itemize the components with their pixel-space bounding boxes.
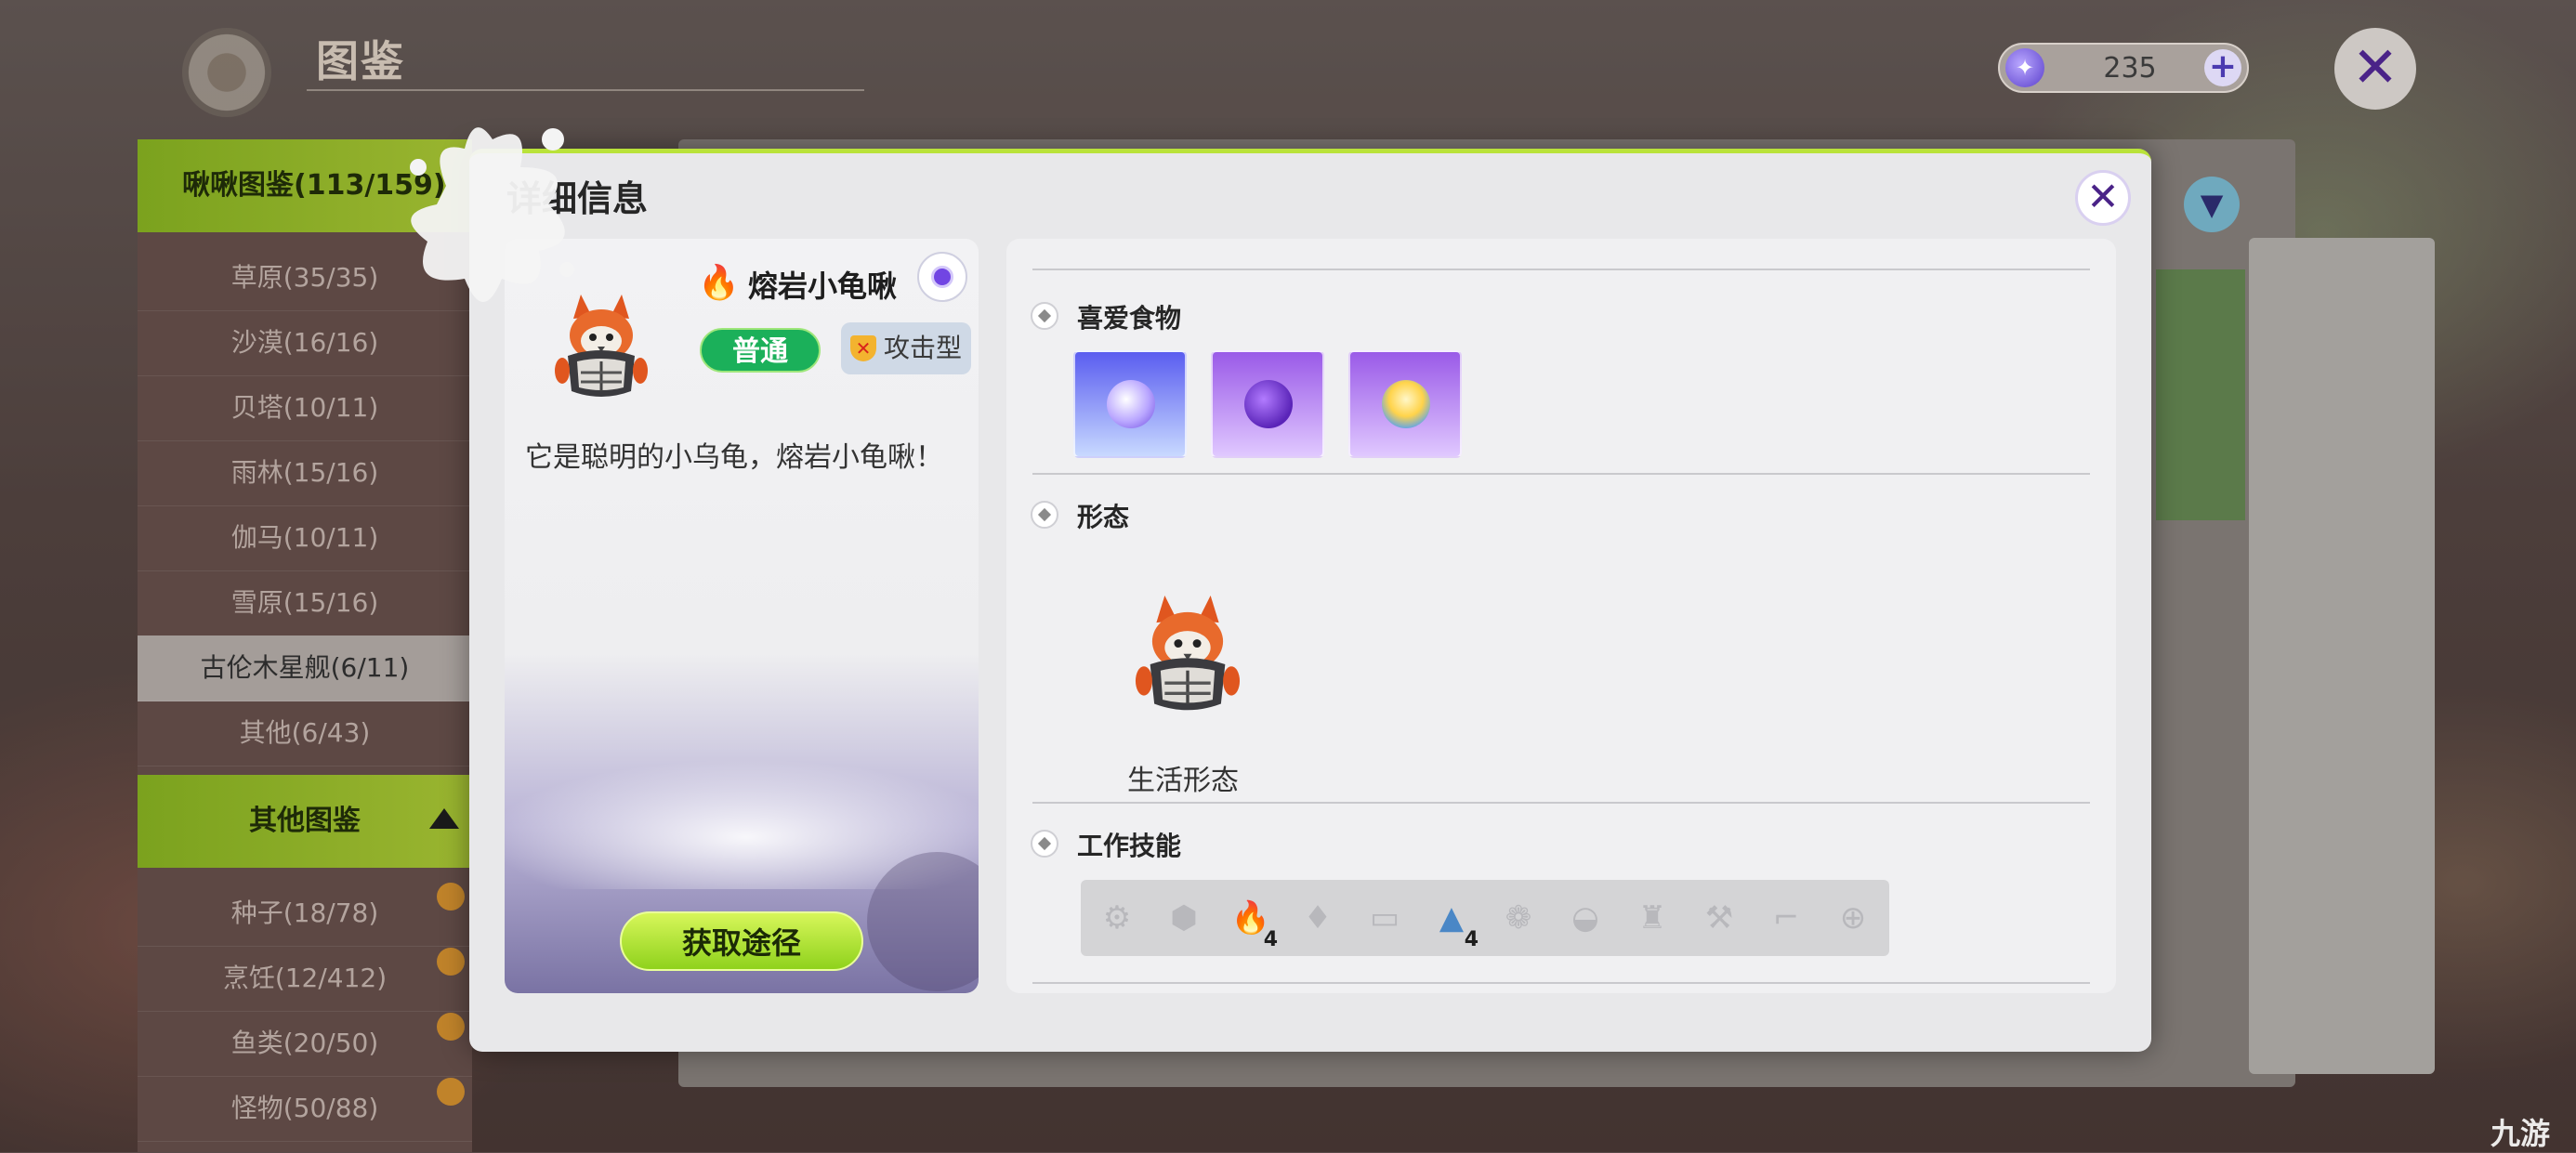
sidebar-item-monsters[interactable]: 怪物(50/88): [138, 1076, 472, 1142]
purple-potion-icon: [1244, 380, 1293, 428]
paint-splash-decoration: [410, 127, 574, 302]
sidebar-item-seeds[interactable]: 种子(18/78): [138, 881, 472, 947]
food-item-purple-potion[interactable]: [1211, 350, 1324, 458]
currency-amount: 235: [2103, 52, 2157, 85]
work-skills-title: 工作技能: [1077, 831, 1182, 861]
medicine-icon[interactable]: ⊕: [1824, 887, 1882, 949]
page-title: 图鉴: [316, 36, 405, 86]
detail-dialog: 详细信息 ✕ 🔥 熔岩小龟啾 普通 ✕ 攻击型 它是聪明的小乌龟，熔岩小龟啾！ …: [469, 149, 2151, 1052]
filter-icon: ▼: [2200, 187, 2224, 222]
sidebar-item-cooking[interactable]: 烹饪(12/412): [138, 946, 472, 1012]
sidebar-item-rainforest[interactable]: 雨林(15/16): [138, 440, 472, 506]
attack-shield-icon: ✕: [850, 335, 876, 361]
close-dialog-button[interactable]: ✕: [2075, 170, 2131, 226]
close-page-button[interactable]: ✕: [2334, 28, 2416, 110]
cube-icon[interactable]: ⬢: [1155, 887, 1213, 949]
notification-dot: [437, 1078, 465, 1106]
sidebar-section-other-label: 其他图鉴: [249, 805, 361, 837]
type-badge: ✕ 攻击型: [841, 322, 971, 374]
pet-card-thumbnail[interactable]: [2156, 269, 2245, 520]
section-bullet-icon: [1031, 501, 1058, 529]
rarity-badge: 普通: [700, 328, 821, 373]
watermark-logo: 九游: [2491, 1116, 2551, 1151]
skill-level-tent: 4: [1464, 928, 1479, 951]
pet-info-card: 🔥 熔岩小龟啾 普通 ✕ 攻击型 它是聪明的小乌龟，熔岩小龟啾！ 获取途径: [505, 239, 979, 993]
header-divider: [307, 89, 864, 91]
tent-icon[interactable]: ▲ 4: [1423, 887, 1480, 951]
crystal-icon[interactable]: ♦: [1289, 887, 1347, 949]
filter-button[interactable]: ▼: [2184, 177, 2240, 232]
food-item-blue-potion[interactable]: [1073, 350, 1187, 458]
sidebar-item-snowfield[interactable]: 雪原(15/16): [138, 570, 472, 636]
skill-level-fire: 4: [1263, 928, 1278, 951]
pet-detail-panel[interactable]: 喜爱食物 形态 生活形态 工作技能 ⚙ ⬢ 🔥 4 ♦ ▭ ▲ 4 ❁ ◒ ♜ …: [1006, 239, 2116, 993]
life-form-label: 生活形态: [1127, 765, 1239, 797]
notification-dot: [437, 1013, 465, 1041]
sidebar-item-fish[interactable]: 鱼类(20/50): [138, 1011, 472, 1077]
add-currency-button[interactable]: +: [2204, 49, 2241, 86]
favorite-food-title: 喜爱食物: [1077, 303, 1182, 334]
collapse-arrow-icon: [429, 808, 459, 829]
sidebar-item-beta[interactable]: 贝塔(10/11): [138, 375, 472, 441]
section-divider: [1032, 269, 2090, 270]
type-label: 攻击型: [884, 333, 963, 363]
fire-icon[interactable]: 🔥 4: [1222, 887, 1280, 951]
gem-icon: ✦: [2005, 48, 2044, 87]
gear-icon[interactable]: ⚙: [1088, 887, 1146, 949]
sidebar-item-gamma[interactable]: 伽马(10/11): [138, 505, 472, 571]
currency-display: ✦ 235 +: [1998, 43, 2249, 93]
radio-indicator-icon: [931, 266, 953, 288]
food-item-cream-dessert[interactable]: [1348, 350, 1462, 458]
cream-dessert-icon: [1382, 380, 1430, 428]
track-toggle-button[interactable]: [917, 252, 967, 302]
notification-dot: [437, 948, 465, 976]
section-bullet-icon: [1031, 302, 1058, 330]
form-title: 形态: [1077, 502, 1130, 532]
pet-description: 它是聪明的小乌龟，熔岩小龟啾！: [525, 441, 943, 474]
log-icon[interactable]: ▭: [1356, 887, 1413, 949]
wrench-icon[interactable]: ⚒: [1690, 887, 1748, 949]
codex-book-right-page: [2249, 238, 2435, 1074]
obtain-method-button[interactable]: 获取途径: [620, 911, 863, 971]
fire-element-icon: 🔥: [698, 264, 740, 302]
sidebar-item-starship[interactable]: 古伦木星舰(6/11): [138, 635, 472, 701]
notification-dot: [437, 883, 465, 911]
shirt-icon[interactable]: ♜: [1623, 887, 1681, 949]
section-bullet-icon: [1031, 830, 1058, 858]
blue-potion-icon: [1107, 380, 1155, 428]
grape-icon[interactable]: ❁: [1490, 887, 1547, 949]
sidebar-item-other[interactable]: 其他(6/43): [138, 701, 472, 766]
section-divider: [1032, 982, 2090, 984]
sidebar-section-other-codex[interactable]: 其他图鉴: [138, 775, 472, 868]
pet-name: 熔岩小龟啾: [748, 269, 898, 304]
section-divider: [1032, 802, 2090, 804]
section-divider: [1032, 473, 2090, 475]
life-form-sprite: [1135, 596, 1241, 711]
gun-icon[interactable]: ⌐: [1757, 887, 1815, 949]
codex-logo-icon: [182, 28, 271, 117]
hat-icon[interactable]: ◒: [1557, 887, 1614, 949]
work-skills-bar: ⚙ ⬢ 🔥 4 ♦ ▭ ▲ 4 ❁ ◒ ♜ ⚒ ⌐ ⊕: [1081, 880, 1889, 956]
